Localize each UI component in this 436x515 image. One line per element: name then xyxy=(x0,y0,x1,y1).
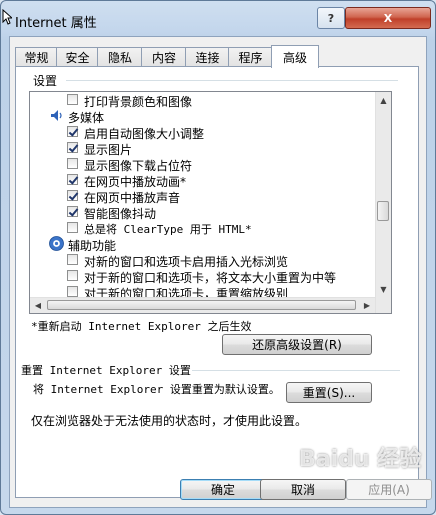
setting-play-sounds[interactable]: 在网页中播放声音 xyxy=(30,188,374,205)
tab-label: 常规 xyxy=(24,51,49,65)
scroll-right-icon[interactable]: ▶ xyxy=(359,298,375,313)
setting-cleartype-html[interactable]: 总是将 ClearType 用于 HTML* xyxy=(30,220,374,236)
help-button[interactable]: ? xyxy=(317,7,345,29)
tab-label: 内容 xyxy=(151,51,176,65)
horizontal-scroll-thumb[interactable] xyxy=(47,300,356,310)
setting-label: 总是将 ClearType 用于 HTML* xyxy=(84,223,252,236)
button-label: 应用(A) xyxy=(368,483,410,497)
apply-button[interactable]: 应用(A) xyxy=(346,479,432,500)
setting-print-backgrounds[interactable]: 打印背景颜色和图像 xyxy=(30,92,374,109)
vertical-scroll-thumb[interactable] xyxy=(377,201,389,221)
button-label: 取消 xyxy=(290,483,315,497)
tab-privacy[interactable]: 隐私 xyxy=(97,47,143,67)
mouse-cursor-icon xyxy=(2,9,12,25)
watermark: Baidu 经验 xyxy=(299,447,422,472)
button-label: 还原高级设置(R) xyxy=(252,338,342,352)
vertical-scrollbar[interactable]: ▲ ▼ xyxy=(375,92,391,313)
tab-connections[interactable]: 连接 xyxy=(185,47,230,67)
tab-label: 安全 xyxy=(65,51,90,65)
tab-general[interactable]: 常规 xyxy=(15,47,58,67)
tab-programs[interactable]: 程序 xyxy=(228,47,273,67)
setting-auto-image-resize[interactable]: 启用自动图像大小调整 xyxy=(30,124,374,141)
checkbox[interactable] xyxy=(67,206,78,217)
button-label: 重置(S)... xyxy=(302,386,356,400)
checkbox[interactable] xyxy=(67,126,78,137)
button-label: 确定 xyxy=(210,483,235,497)
reset-section-title: 重置 Internet Explorer 设置 xyxy=(21,364,191,377)
restart-note: *重新启动 Internet Explorer 之后生效 xyxy=(31,320,252,333)
checkbox[interactable] xyxy=(67,174,78,185)
setting-caret-browsing[interactable]: 对新的窗口和选项卡启用插入光标浏览 xyxy=(30,252,374,269)
category-accessibility: 辅助功能 xyxy=(30,236,374,253)
reset-hint: 仅在浏览器处于无法使用的状态时，才使用此设置。 xyxy=(31,414,308,428)
setting-reset-text-size[interactable]: 对于新的窗口和选项卡，将文本大小重置为中等 xyxy=(30,268,374,285)
scroll-down-icon[interactable]: ▼ xyxy=(376,281,391,297)
tab-content[interactable]: 内容 xyxy=(141,47,187,67)
divider xyxy=(192,370,400,371)
tab-label: 程序 xyxy=(238,51,263,65)
restore-advanced-settings-button[interactable]: 还原高级设置(R) xyxy=(222,334,372,355)
checkbox[interactable] xyxy=(67,270,78,281)
settings-group-label: 设置 xyxy=(33,74,58,88)
tab-label: 高级 xyxy=(282,50,307,65)
checkbox[interactable] xyxy=(67,222,78,233)
horizontal-scrollbar[interactable]: ◀ ▶ xyxy=(30,297,375,313)
tab-security[interactable]: 安全 xyxy=(56,47,99,67)
checkbox[interactable] xyxy=(67,142,78,153)
checkbox[interactable] xyxy=(67,286,78,297)
cancel-button[interactable]: 取消 xyxy=(260,479,346,500)
accessibility-icon xyxy=(49,236,64,251)
tab-advanced[interactable]: 高级 xyxy=(271,45,319,68)
internet-options-window: Internet 属性 ? X 常规 安全 隐私 内容 连接 程序 高级 设置 … xyxy=(0,0,436,515)
settings-tree-list[interactable]: 打印背景颜色和图像 多媒体 启用自动图像大小调整 显示图片 显示图像下载占位符 … xyxy=(29,91,392,314)
checkbox[interactable] xyxy=(67,254,78,265)
dialog-client-area: 常规 安全 隐私 内容 连接 程序 高级 设置 打印背景颜色和图像 多媒体 启用… xyxy=(9,36,432,508)
scroll-up-icon[interactable]: ▲ xyxy=(376,92,391,108)
advanced-tab-panel: 设置 打印背景颜色和图像 多媒体 启用自动图像大小调整 显示图片 显示图像下载占… xyxy=(15,66,419,498)
window-title: Internet 属性 xyxy=(15,16,97,31)
help-icon: ? xyxy=(327,11,335,25)
tab-label: 隐私 xyxy=(107,51,132,65)
ok-button[interactable]: 确定 xyxy=(180,479,266,500)
setting-smart-dithering[interactable]: 智能图像抖动 xyxy=(30,204,374,221)
setting-play-animations[interactable]: 在网页中播放动画* xyxy=(30,172,374,189)
title-bar[interactable]: Internet 属性 ? X xyxy=(1,1,435,37)
reset-button[interactable]: 重置(S)... xyxy=(286,382,372,403)
multimedia-icon xyxy=(51,110,62,121)
category-multimedia: 多媒体 xyxy=(30,108,374,125)
checkbox[interactable] xyxy=(67,190,78,201)
divider xyxy=(66,80,398,81)
close-icon: X xyxy=(383,11,393,25)
checkbox[interactable] xyxy=(67,94,78,105)
tab-label: 连接 xyxy=(195,51,220,65)
setting-image-placeholders[interactable]: 显示图像下载占位符 xyxy=(30,156,374,173)
reset-description: 将 Internet Explorer 设置重置为默认设置。 xyxy=(33,383,280,396)
close-button[interactable]: X xyxy=(345,7,431,29)
scroll-left-icon[interactable]: ◀ xyxy=(30,298,46,313)
checkbox[interactable] xyxy=(67,158,78,169)
setting-show-pictures[interactable]: 显示图片 xyxy=(30,140,374,157)
